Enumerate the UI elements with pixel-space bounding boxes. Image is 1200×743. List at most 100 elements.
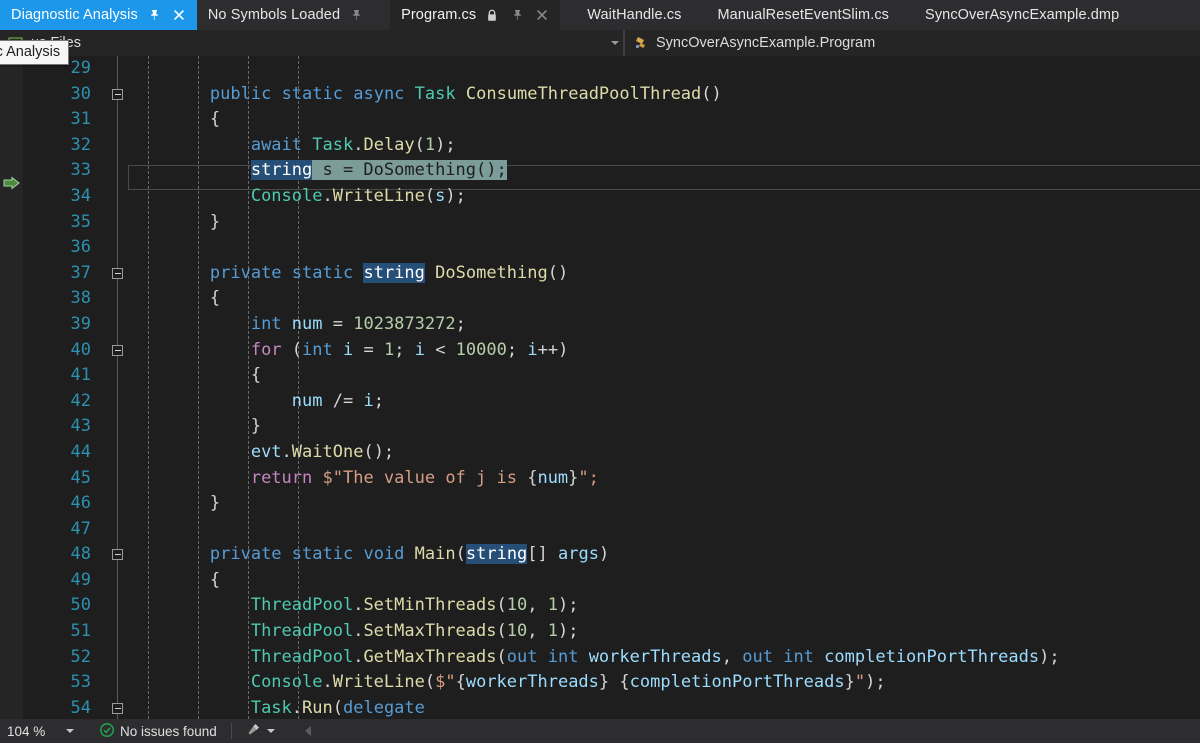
fold-collapse-icon[interactable] [112, 268, 123, 279]
code-line[interactable]: 37 private static string DoSomething() [23, 261, 1200, 287]
chevron-down-icon[interactable] [607, 30, 623, 56]
analysis-tool-control[interactable] [246, 722, 275, 740]
code-text[interactable]: { [128, 107, 220, 133]
code-text[interactable]: int num = 1023873272; [128, 312, 466, 338]
code-text[interactable]: ThreadPool.GetMaxThreads(out int workerT… [128, 645, 1060, 671]
code-line[interactable]: 33 string s = DoSomething(); [23, 158, 1200, 184]
lock-icon[interactable] [483, 6, 501, 24]
code-line[interactable]: 41 { [23, 363, 1200, 389]
code-text[interactable]: Console.WriteLine(s); [128, 184, 466, 210]
fold-collapse-icon[interactable] [112, 703, 123, 714]
class-icon [633, 35, 649, 51]
code-editor[interactable]: 2930 public static async Task ConsumeThr… [0, 56, 1200, 719]
close-icon[interactable] [533, 6, 551, 24]
code-text[interactable]: return $"The value of j is {num}"; [128, 466, 599, 492]
editor-tab-manualreseteventslim-cs[interactable]: ManualResetEventSlim.cs [707, 0, 899, 30]
fold-collapse-icon[interactable] [112, 89, 123, 100]
code-line[interactable]: 32 await Task.Delay(1); [23, 133, 1200, 159]
project-selector-label: us Files [29, 35, 607, 51]
code-line[interactable]: 29 [23, 56, 1200, 82]
glyph-margin[interactable] [0, 56, 23, 719]
code-text[interactable]: await Task.Delay(1); [128, 133, 456, 159]
zoom-level-control[interactable]: 104 % [0, 724, 82, 739]
code-line[interactable]: 48 private static void Main(string[] arg… [23, 542, 1200, 568]
code-text[interactable]: private static void Main(string[] args) [128, 542, 609, 568]
code-text[interactable]: { [128, 363, 261, 389]
status-separator [231, 723, 232, 739]
code-line[interactable]: 46 } [23, 491, 1200, 517]
visual-studio-window: Diagnostic AnalysisNo Symbols Loaded Prog… [0, 0, 1200, 743]
type-selector-label: SyncOverAsyncExample.Program [654, 35, 1200, 51]
line-number: 39 [23, 312, 91, 338]
line-number: 31 [23, 107, 91, 133]
code-text[interactable]: private static string DoSomething() [128, 261, 568, 287]
code-line[interactable]: 39 int num = 1023873272; [23, 312, 1200, 338]
issues-status[interactable]: No issues found [100, 723, 217, 740]
scroll-left-arrow[interactable] [305, 726, 311, 736]
thread-arrow-icon[interactable] [3, 176, 21, 197]
line-number: 53 [23, 670, 91, 696]
editor-tab-diagnostic-analysis[interactable]: Diagnostic Analysis [0, 0, 197, 30]
code-text[interactable]: num /= i; [128, 389, 384, 415]
code-text[interactable]: string s = DoSomething(); [128, 158, 507, 184]
code-line[interactable]: 36 [23, 235, 1200, 261]
line-number: 34 [23, 184, 91, 210]
close-icon[interactable] [170, 6, 188, 24]
code-line[interactable]: 34 Console.WriteLine(s); [23, 184, 1200, 210]
editor-tab-waithandle-cs[interactable]: WaitHandle.cs [576, 0, 690, 30]
pin-icon[interactable] [347, 6, 365, 24]
tab-label: ManualResetEventSlim.cs [718, 7, 890, 23]
code-lines-area[interactable]: 2930 public static async Task ConsumeThr… [23, 56, 1200, 719]
code-line[interactable]: 40 for (int i = 1; i < 10000; i++) [23, 338, 1200, 364]
code-text[interactable]: evt.WaitOne(); [128, 440, 394, 466]
line-number: 47 [23, 517, 91, 543]
code-line[interactable]: 53 Console.WriteLine($"{workerThreads} {… [23, 670, 1200, 696]
code-line[interactable]: 49 { [23, 568, 1200, 594]
code-text[interactable]: Console.WriteLine($"{workerThreads} {com… [128, 670, 886, 696]
code-line[interactable]: 31 { [23, 107, 1200, 133]
code-text[interactable]: } [128, 491, 220, 517]
code-line[interactable]: 38 { [23, 286, 1200, 312]
code-text[interactable]: } [128, 210, 220, 236]
pin-icon[interactable] [508, 6, 526, 24]
code-text[interactable]: public static async Task ConsumeThreadPo… [128, 82, 722, 108]
code-text[interactable]: ThreadPool.SetMinThreads(10, 1); [128, 593, 578, 619]
fold-collapse-icon[interactable] [112, 345, 123, 356]
code-line[interactable]: 30 public static async Task ConsumeThrea… [23, 82, 1200, 108]
code-text[interactable]: { [128, 286, 220, 312]
status-bar: 104 % No issues found [0, 719, 1200, 743]
code-line[interactable]: 43 } [23, 414, 1200, 440]
tab-label: SyncOverAsyncExample.dmp [925, 7, 1119, 23]
editor-tab-syncoverasyncexample-dmp[interactable]: SyncOverAsyncExample.dmp [914, 0, 1128, 30]
code-text[interactable]: Task.Run(delegate [128, 696, 425, 719]
code-line[interactable]: 52 ThreadPool.GetMaxThreads(out int work… [23, 645, 1200, 671]
editor-tab-no-symbols-loaded[interactable]: No Symbols Loaded [197, 0, 374, 30]
chevron-down-icon[interactable] [267, 729, 275, 733]
line-number: 40 [23, 338, 91, 364]
code-line[interactable]: 45 return $"The value of j is {num}"; [23, 466, 1200, 492]
pin-icon[interactable] [145, 6, 163, 24]
tab-tooltip: nostic Analysis [0, 40, 69, 65]
code-line[interactable]: 44 evt.WaitOne(); [23, 440, 1200, 466]
project-selector-combo[interactable]: us Files [0, 30, 624, 56]
line-number: 45 [23, 466, 91, 492]
flashlight-icon[interactable] [246, 722, 261, 740]
line-number: 37 [23, 261, 91, 287]
editor-tab-program-cs[interactable]: Program.cs [390, 0, 560, 30]
code-line[interactable]: 35 } [23, 210, 1200, 236]
code-line[interactable]: 42 num /= i; [23, 389, 1200, 415]
code-line[interactable]: 50 ThreadPool.SetMinThreads(10, 1); [23, 593, 1200, 619]
code-text[interactable]: { [128, 568, 220, 594]
line-number: 35 [23, 210, 91, 236]
tab-label: Program.cs [401, 7, 476, 23]
code-line[interactable]: 51 ThreadPool.SetMaxThreads(10, 1); [23, 619, 1200, 645]
type-selector-combo[interactable]: SyncOverAsyncExample.Program [624, 30, 1200, 56]
code-text[interactable]: ThreadPool.SetMaxThreads(10, 1); [128, 619, 578, 645]
code-line[interactable]: 54 Task.Run(delegate [23, 696, 1200, 719]
chevron-down-icon[interactable] [66, 729, 74, 733]
fold-collapse-icon[interactable] [112, 549, 123, 560]
code-text[interactable]: for (int i = 1; i < 10000; i++) [128, 338, 568, 364]
line-number: 30 [23, 82, 91, 108]
code-text[interactable]: } [128, 414, 261, 440]
code-line[interactable]: 47 [23, 517, 1200, 543]
